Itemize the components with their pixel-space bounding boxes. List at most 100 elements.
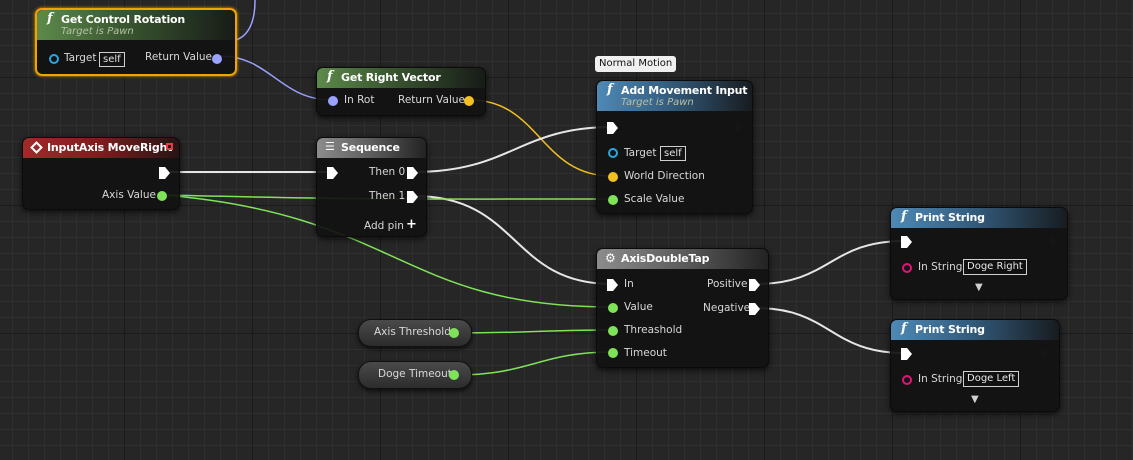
wire-float-threshold [455,329,613,334]
in-rot-label: In Rot [344,94,375,106]
then0-label: Then 0 [369,166,406,178]
add-pin-label[interactable]: Add pin [364,220,404,232]
get-control-rotation-node[interactable]: f Get Control Rotation Target is Pawn Ta… [35,8,237,76]
delegate-pin-icon[interactable] [166,143,173,150]
node-header: ☰ Sequence [317,138,426,158]
timeout-pin[interactable] [608,348,618,358]
node-header: ⚙ AxisDoubleTap [597,249,768,269]
axis-value-label: Axis Value [102,189,156,201]
function-icon: f [901,209,907,224]
wire-float-timeout [455,351,613,376]
node-header: f Get Control Rotation Target is Pawn [37,10,235,40]
variable-out-pin[interactable] [449,328,459,338]
sequence-icon: ☰ [325,140,335,153]
axis-value-pin[interactable] [157,191,167,201]
function-icon: f [327,69,333,84]
node-title: AxisDoubleTap [621,252,710,265]
threshold-pin[interactable] [608,326,618,336]
value-pin[interactable] [608,303,618,313]
variable-label: Doge Timeout [378,368,452,380]
node-subtitle: Target is Pawn [621,97,694,108]
target-label: Target [64,52,97,64]
node-title: Print String [915,323,985,336]
negative-pin[interactable] [749,303,760,315]
doge-timeout-variable[interactable]: Doge Timeout [358,361,472,389]
event-icon [30,141,43,154]
wire-exec-then1 [413,195,613,285]
exec-in-pin[interactable] [607,122,618,134]
node-header: f Get Right Vector [317,68,485,88]
node-title: Add Movement Input [621,84,748,97]
then0-pin[interactable] [407,167,418,179]
exec-out-pin[interactable] [733,122,744,134]
print-string-node-1[interactable]: f Print String In String Doge Right ▼ [890,207,1068,300]
positive-label: Positive [707,278,748,290]
exec-in-pin[interactable] [607,279,618,291]
exec-out-pin[interactable] [1048,236,1059,248]
wire-rotator-top [235,0,256,41]
in-string-pin[interactable] [902,263,912,273]
node-title: Get Control Rotation [61,13,186,26]
exec-in-pin[interactable] [901,236,912,248]
get-right-vector-node[interactable]: f Get Right Vector In Rot Return Value [316,67,486,116]
in-label: In [624,278,634,290]
axis-threshold-variable[interactable]: Axis Threshold [358,319,472,347]
comment-bubble[interactable]: Normal Motion [595,56,677,72]
function-icon: f [607,82,613,97]
target-self-input[interactable]: self [660,146,686,161]
return-value-pin[interactable] [464,96,474,106]
variable-out-pin[interactable] [449,370,459,380]
variable-label: Axis Threshold [374,326,451,338]
node-title: Get Right Vector [341,71,441,84]
timeout-label: Timeout [624,347,667,359]
node-header: f Add Movement Input Target is Pawn [597,81,752,111]
expand-arrow-icon[interactable]: ▼ [971,394,979,405]
input-axis-moveright-node[interactable]: InputAxis MoveRight Axis Value [22,137,180,210]
target-pin[interactable] [49,54,59,64]
node-subtitle: Target is Pawn [61,26,134,37]
axis-double-tap-node[interactable]: ⚙ AxisDoubleTap In Positive Value Negati… [596,248,769,368]
add-movement-input-node[interactable]: f Add Movement Input Target is Pawn Targ… [596,80,753,214]
node-header: InputAxis MoveRight [23,138,179,158]
exec-out-pin[interactable] [1040,348,1051,360]
scale-value-pin[interactable] [608,195,618,205]
return-value-pin[interactable] [212,54,222,64]
exec-out-pin[interactable] [159,167,170,179]
positive-pin[interactable] [749,279,760,291]
in-string-input[interactable]: Doge Left [963,371,1020,387]
in-string-pin[interactable] [902,375,912,385]
then1-pin[interactable] [407,191,418,203]
then1-label: Then 1 [369,190,406,202]
in-string-label: In String [918,373,963,385]
return-value-label: Return Value [398,94,466,106]
node-header: f Print String [891,320,1059,340]
exec-in-pin[interactable] [327,167,338,179]
wire-exec-positive [755,240,905,285]
function-icon: f [47,11,53,26]
target-label: Target [624,147,657,159]
exec-in-pin[interactable] [901,348,912,360]
wire-exec-then0 [413,126,613,173]
scale-value-label: Scale Value [624,193,685,205]
node-title: Print String [915,211,985,224]
negative-label: Negative [703,302,751,314]
in-string-input[interactable]: Doge Right [963,259,1027,275]
sequence-node[interactable]: ☰ Sequence Then 0 Then 1 Add pin + [316,137,427,237]
node-header: f Print String [891,208,1067,228]
return-value-label: Return Value [145,51,213,63]
node-title: Sequence [341,141,400,154]
value-label: Value [624,301,653,313]
function-icon: f [901,321,907,336]
macro-gear-icon: ⚙ [605,251,616,265]
target-self-input[interactable]: self [99,52,125,67]
add-pin-icon[interactable]: + [406,217,417,232]
print-string-node-2[interactable]: f Print String In String Doge Left ▼ [890,319,1060,412]
in-rot-pin[interactable] [328,96,338,106]
node-title: InputAxis MoveRight [47,141,173,154]
target-pin[interactable] [608,148,618,158]
threshold-label: Threashold [624,324,683,336]
expand-arrow-icon[interactable]: ▼ [975,282,983,293]
wire-exec-negative [755,307,905,354]
world-direction-label: World Direction [624,170,705,182]
world-direction-pin[interactable] [608,172,618,182]
